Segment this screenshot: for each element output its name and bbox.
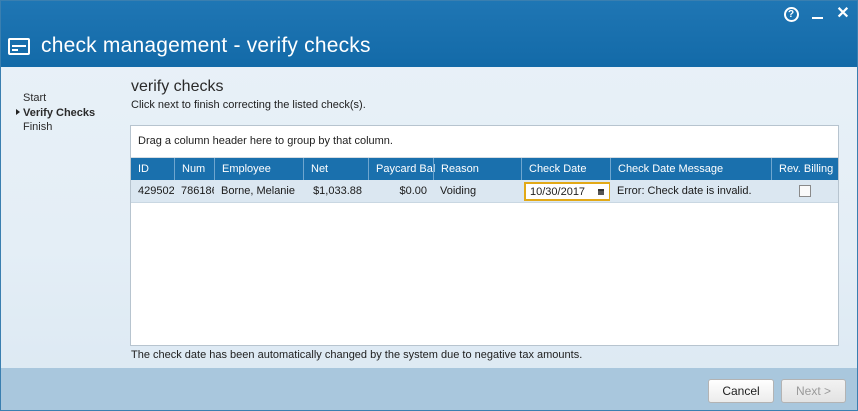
cell-id: 429502... [138,185,174,197]
table-row[interactable]: 429502... 786186 Borne, Melanie $1,033.8… [131,180,838,203]
next-button[interactable]: Next > [781,379,846,403]
column-header-net[interactable]: Net [303,158,368,180]
group-by-panel[interactable]: Drag a column header here to group by th… [131,126,838,158]
minimize-button[interactable] [809,6,825,22]
cell-net: $1,033.88 [313,185,362,197]
cell-employee: Borne, Melanie [221,185,295,197]
minimize-icon [811,17,823,19]
dialog-window: ? ✕ check management - verify checks Sta… [0,0,858,411]
column-header-check-date-message[interactable]: Check Date Message [610,158,771,180]
cell-check-date-message: Error: Check date is invalid. [617,185,752,197]
step-finish: Finish [23,121,53,133]
column-header-num[interactable]: Num [174,158,214,180]
cell-rev-billing [771,180,838,202]
column-header-rev-billing[interactable]: Rev. Billing [771,158,838,180]
help-circle-icon: ? [783,6,799,22]
check-date-picker[interactable]: 10/30/2017 [524,182,610,201]
cell-check-date: 10/30/2017 [521,180,610,202]
window-controls: ? ✕ [783,6,851,22]
page-subtitle: Click next to finish correcting the list… [131,99,366,111]
cell-num: 786186 [181,185,214,197]
title-bar: ? ✕ check management - verify checks [1,1,857,67]
checks-grid: Drag a column header here to group by th… [130,125,839,346]
page-title: verify checks [131,78,224,95]
column-header-employee[interactable]: Employee [214,158,303,180]
column-header-paycard-bal[interactable]: Paycard Bal [368,158,435,180]
close-icon: ✕ [836,5,850,22]
grid-header: ID Num Employee Net Paycard Bal Reason C… [131,158,838,180]
step-start: Start [23,92,47,104]
window-title: check management - verify checks [41,34,371,57]
button-bar: Cancel Next > [1,368,857,410]
calendar-icon[interactable] [598,188,604,195]
column-header-reason[interactable]: Reason [433,158,521,180]
help-button[interactable]: ? [783,6,799,22]
rev-billing-checkbox[interactable] [798,185,811,197]
cell-reason: Voiding [440,185,477,197]
footnote-text: The check date has been automatically ch… [131,349,583,361]
step-verify-checks: Verify Checks [15,106,96,119]
column-header-id[interactable]: ID [131,158,174,180]
cancel-button[interactable]: Cancel [708,379,774,403]
cell-paycard-bal: $0.00 [399,185,427,197]
column-header-check-date[interactable]: Check Date [521,158,610,180]
check-management-icon [8,38,30,55]
check-date-value[interactable]: 10/30/2017 [530,181,585,203]
close-button[interactable]: ✕ [835,6,851,22]
wizard-steps: Start Verify Checks Finish [15,91,96,135]
